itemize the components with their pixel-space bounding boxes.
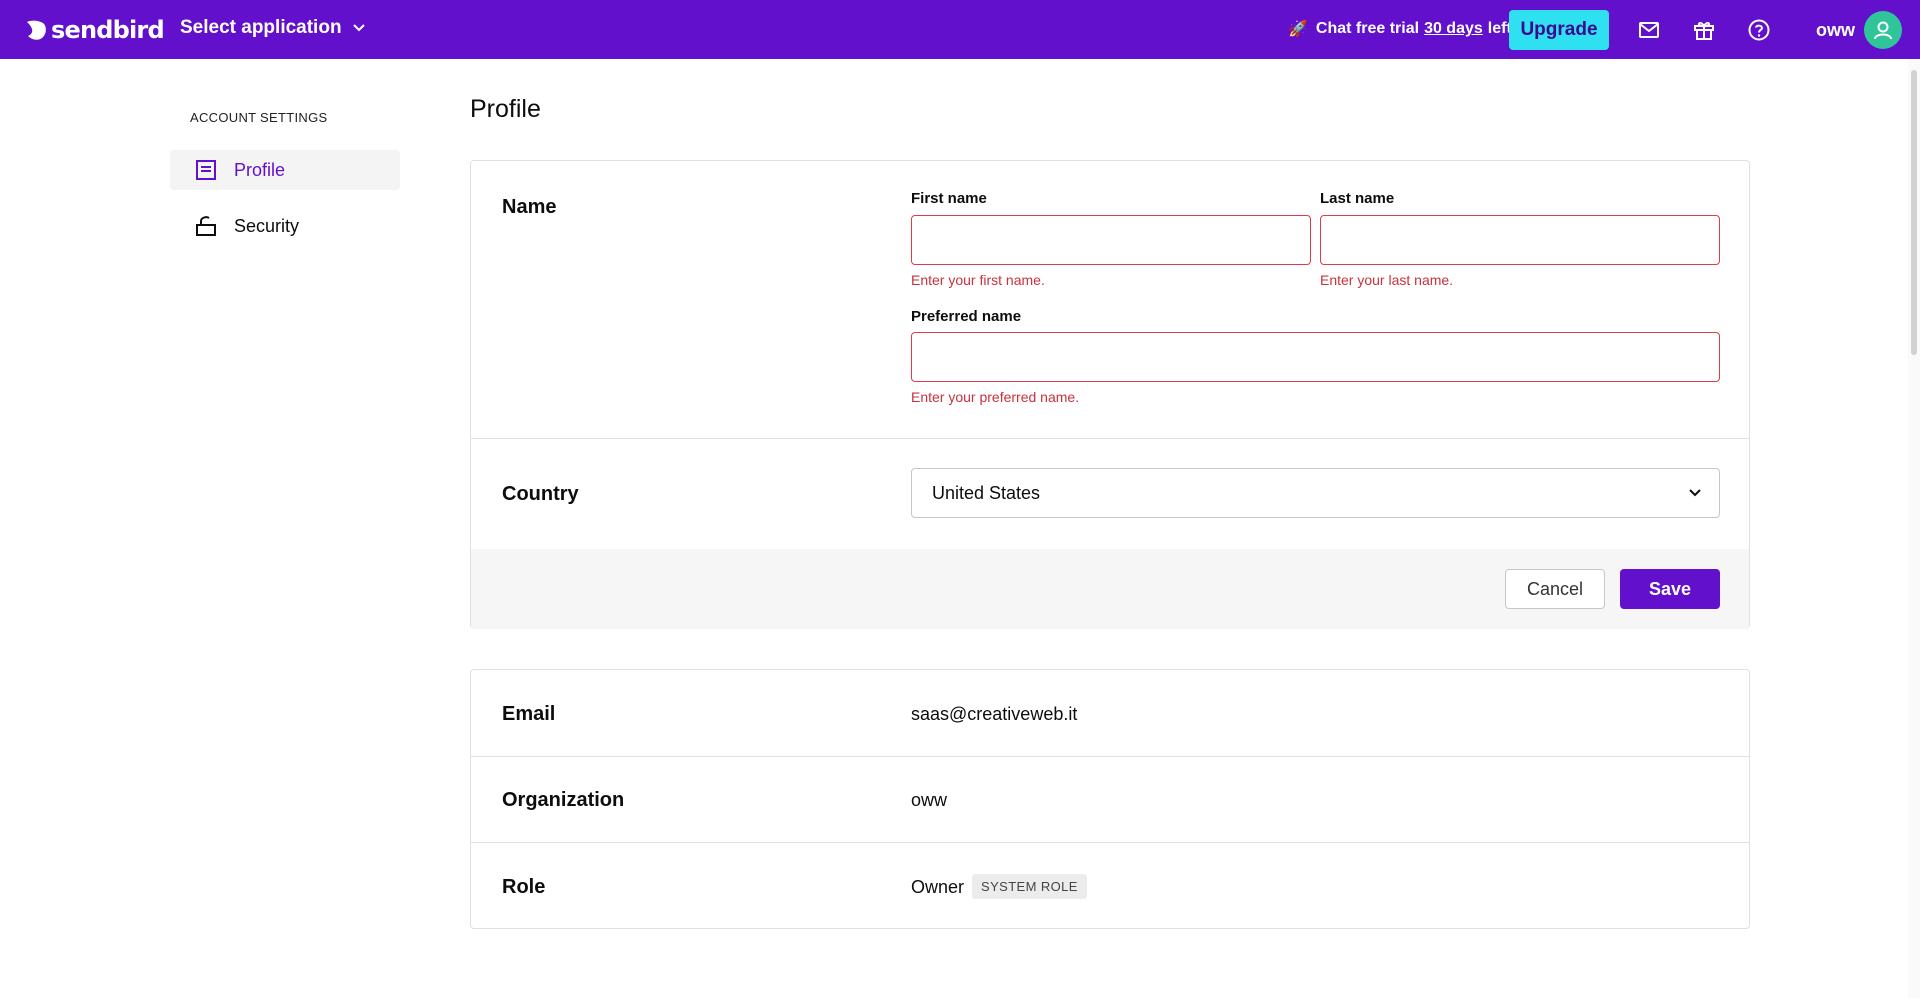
- mail-icon[interactable]: [1637, 18, 1661, 42]
- profile-icon: [194, 158, 218, 182]
- sidebar-item-security[interactable]: Security: [170, 206, 400, 246]
- organization-value: oww: [911, 790, 948, 810]
- select-application-dropdown[interactable]: Select application: [180, 17, 366, 39]
- email-value: saas@creativeweb.it: [911, 704, 1078, 724]
- preferred-name-input[interactable]: [911, 332, 1720, 382]
- sidebar-item-label: Profile: [234, 159, 286, 180]
- trial-prefix: Chat free trial: [1315, 20, 1420, 37]
- page-scrollbar-thumb[interactable]: [1911, 70, 1917, 355]
- help-icon[interactable]: [1747, 18, 1771, 42]
- gift-icon[interactable]: [1692, 18, 1716, 42]
- role-label: Role: [502, 876, 546, 898]
- select-application-label: Select application: [180, 17, 342, 38]
- form-actions-footer: Cancel Save: [471, 549, 1749, 629]
- section-divider: [471, 842, 1749, 843]
- system-role-badge: SYSTEM ROLE: [972, 874, 1087, 899]
- account-info-card: Email saas@creativeweb.it Organization o…: [470, 669, 1750, 929]
- user-avatar-icon[interactable]: [1864, 11, 1902, 49]
- cancel-button[interactable]: Cancel: [1505, 569, 1605, 609]
- first-name-error: Enter your first name.: [911, 272, 1045, 288]
- first-name-label: First name: [911, 190, 987, 207]
- sendbird-logo-icon: [24, 18, 48, 42]
- email-label: Email: [502, 703, 556, 725]
- brand-name: sendbird: [51, 16, 165, 44]
- preferred-name-label: Preferred name: [911, 308, 1022, 325]
- sidebar-item-profile[interactable]: Profile: [170, 150, 400, 190]
- last-name-label: Last name: [1320, 190, 1395, 207]
- name-section-label: Name: [502, 196, 557, 218]
- trial-days-link[interactable]: 30 days: [1424, 20, 1483, 38]
- profile-form-card: Name First name Enter your first name. L…: [470, 160, 1750, 629]
- section-divider: [471, 438, 1749, 439]
- sidebar-title: ACCOUNT SETTINGS: [190, 110, 328, 125]
- country-select[interactable]: United States: [911, 468, 1720, 518]
- lock-icon: [194, 214, 218, 238]
- chevron-down-icon: [342, 17, 366, 39]
- chevron-down-icon: [1687, 484, 1703, 505]
- role-value: Owner: [911, 877, 965, 897]
- trial-notice: 🚀 Chat free trial 30 days left: [1288, 19, 1512, 39]
- save-button[interactable]: Save: [1620, 569, 1720, 609]
- rocket-icon: 🚀: [1288, 21, 1308, 38]
- country-section-label: Country: [502, 483, 579, 505]
- last-name-error: Enter your last name.: [1320, 272, 1454, 288]
- sendbird-logo[interactable]: sendbird: [24, 16, 165, 44]
- sidebar-item-label: Security: [234, 215, 300, 236]
- user-name[interactable]: oww: [1816, 20, 1855, 41]
- page-title: Profile: [470, 95, 541, 123]
- upgrade-button[interactable]: Upgrade: [1509, 10, 1609, 50]
- preferred-name-error: Enter your preferred name.: [911, 389, 1080, 405]
- section-divider: [471, 756, 1749, 757]
- top-navigation-bar: sendbird Select application 🚀 Chat free …: [0, 0, 1920, 59]
- organization-label: Organization: [502, 789, 625, 811]
- country-selected-value: United States: [932, 482, 1041, 503]
- last-name-input[interactable]: [1320, 215, 1720, 265]
- first-name-input[interactable]: [911, 215, 1311, 265]
